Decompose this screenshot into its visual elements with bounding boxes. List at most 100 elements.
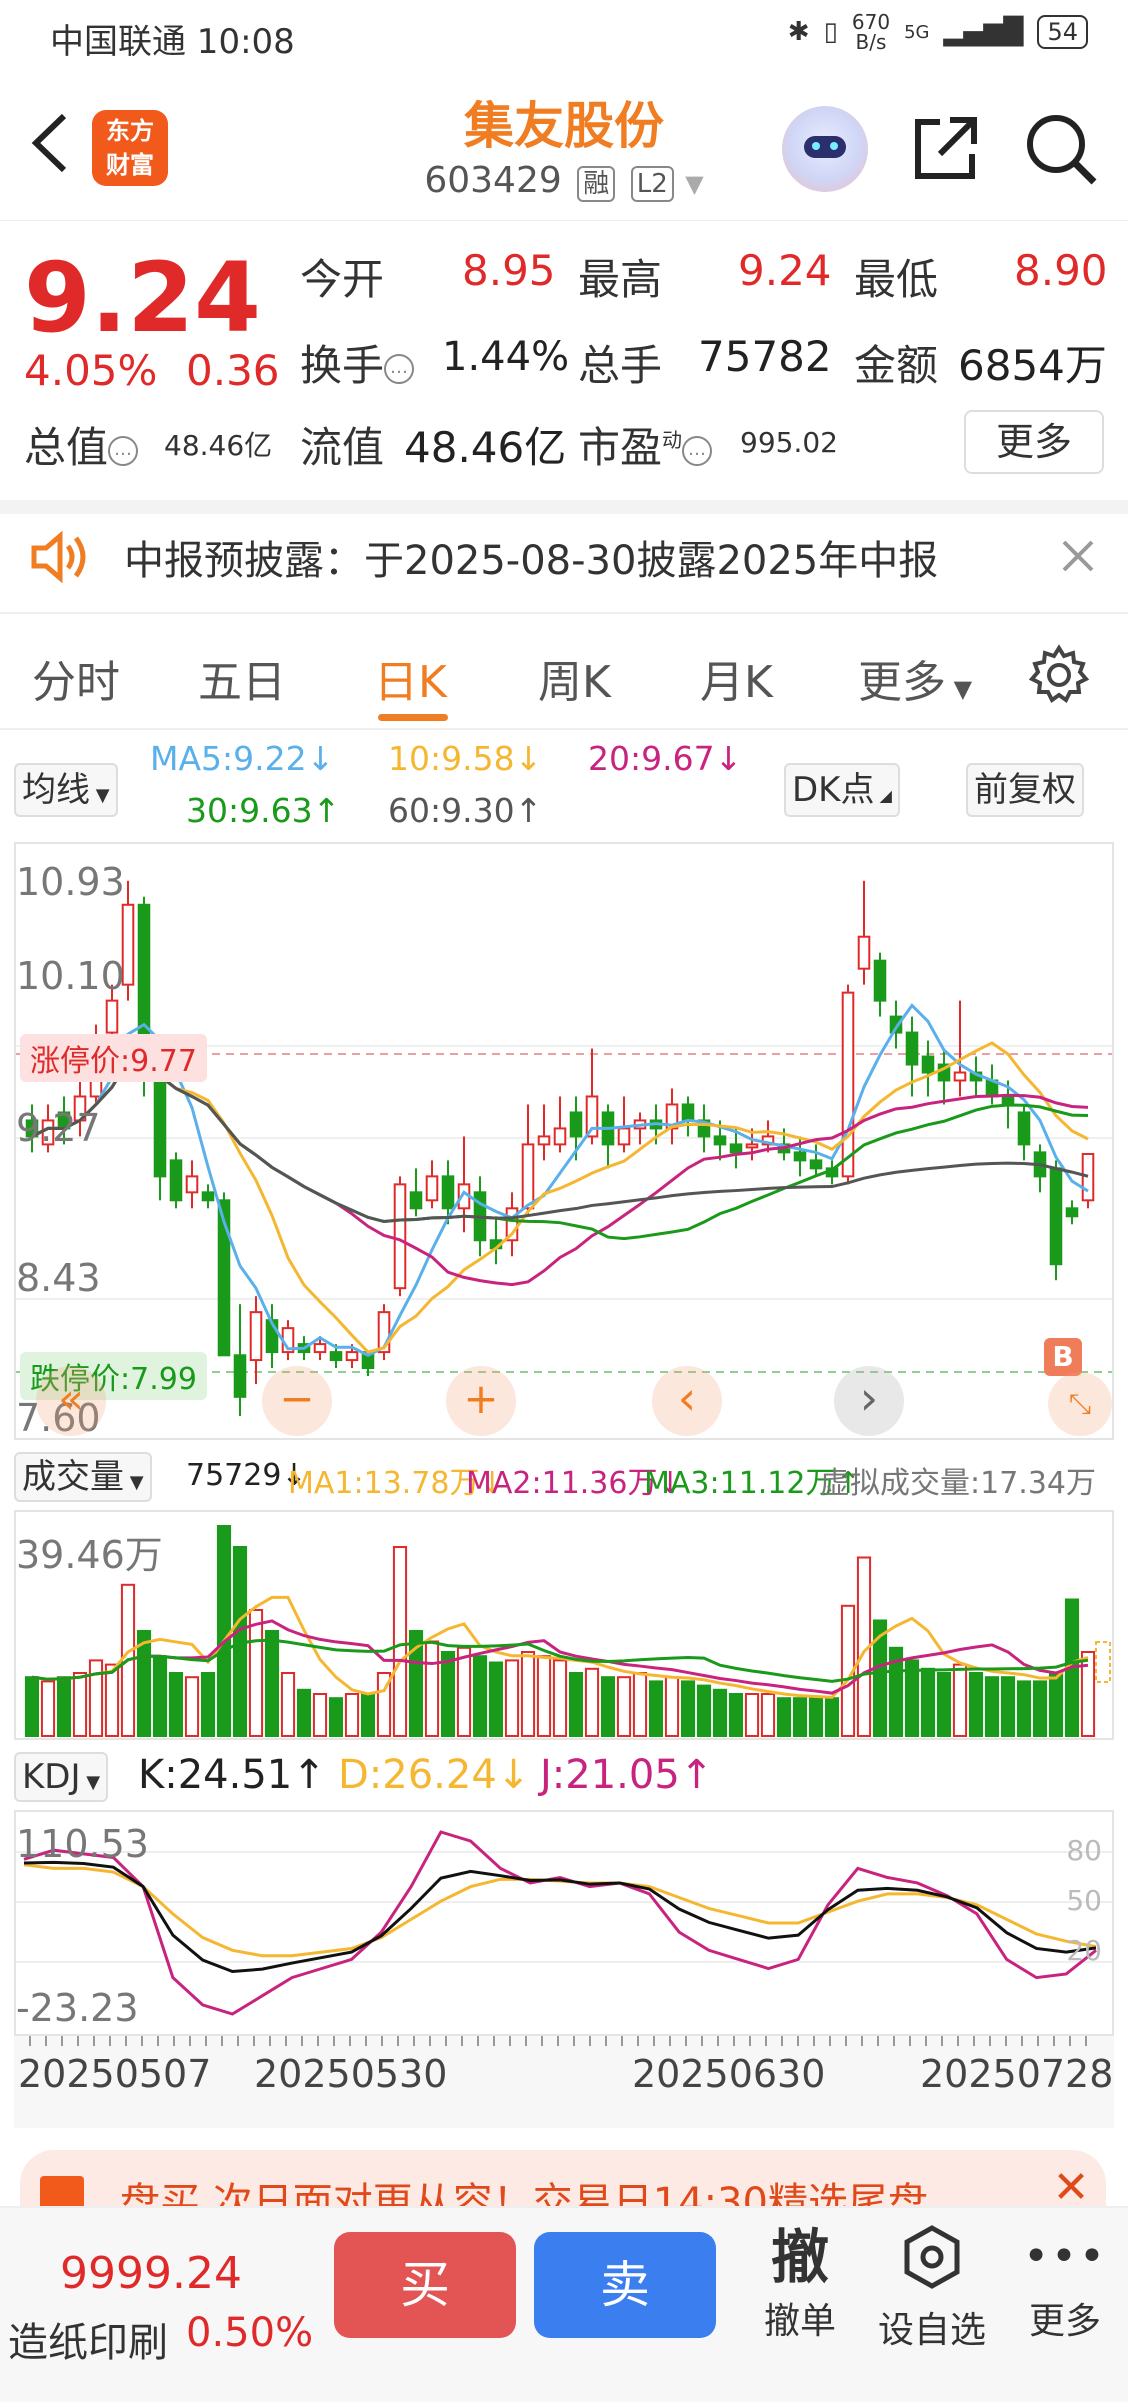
volume-bar xyxy=(168,1672,184,1737)
buy-signal-badge[interactable]: B xyxy=(1044,1338,1082,1376)
expand-icon[interactable]: ⤡ xyxy=(1048,1372,1112,1436)
tab-five-day[interactable]: 五日 xyxy=(198,646,286,710)
battery-icon: 54 xyxy=(1037,15,1088,49)
volume-bar xyxy=(600,1676,616,1737)
sector-index[interactable]: 9999.24 xyxy=(60,2248,242,2299)
volume-bar xyxy=(744,1693,760,1737)
zoom-out-button[interactable]: − xyxy=(262,1366,332,1436)
kdj-chart[interactable]: 110.53 -23.23 80 50 20 xyxy=(14,1810,1114,2036)
candle-body xyxy=(1081,1152,1095,1202)
assistant-avatar-icon[interactable] xyxy=(782,106,868,192)
volume-bar xyxy=(344,1693,360,1737)
candle-body xyxy=(905,1031,919,1066)
candle-body xyxy=(1049,1167,1063,1266)
volume-bar xyxy=(920,1667,936,1737)
l2-tag: L2 xyxy=(630,166,674,202)
volume-bar xyxy=(472,1655,488,1737)
low-label: 最低 xyxy=(854,255,939,304)
total-value-label: 总值… xyxy=(24,414,139,475)
volume-selector[interactable]: 成交量 ▼ xyxy=(14,1452,152,1502)
share-icon[interactable] xyxy=(906,108,986,188)
pe-label: 市盈动… xyxy=(578,414,713,475)
buy-button[interactable]: 买 xyxy=(334,2232,516,2338)
candle-body xyxy=(953,1071,967,1082)
vibrate-icon: ▯ xyxy=(823,17,838,47)
candle-body xyxy=(329,1351,343,1362)
candle-body xyxy=(313,1343,327,1354)
info-icon[interactable]: … xyxy=(108,435,139,466)
sector-name[interactable]: 造纸印刷 xyxy=(8,2310,168,2368)
change-percent: 4.05% xyxy=(24,346,158,395)
zoom-in-button[interactable]: + xyxy=(446,1366,516,1436)
candle-body xyxy=(873,959,887,1002)
kline-plot xyxy=(16,880,1112,1416)
stock-code: 603429 xyxy=(424,160,562,201)
withdraw-label: 撤单 xyxy=(763,2301,836,2342)
virtual-volume: 虚拟成交量:17.34万 xyxy=(820,1466,1096,1501)
net-speed: 670 B/s xyxy=(851,10,891,54)
dk-point-button[interactable]: DK点 ◢ xyxy=(784,763,900,817)
volume-chart[interactable]: 39.46万 xyxy=(14,1510,1114,1740)
speaker-icon xyxy=(31,530,86,584)
tab-weekly-k[interactable]: 周K xyxy=(538,646,611,710)
volume-bar xyxy=(296,1688,312,1738)
volume-bar xyxy=(728,1693,744,1737)
volume-bar xyxy=(104,1663,120,1738)
withdraw-button[interactable]: 撤 撤单 xyxy=(760,2222,840,2344)
notice-bar[interactable]: 中报预披露：于2025-08-30披露2025年中报 xyxy=(0,500,1128,614)
watchlist-icon xyxy=(904,2225,960,2289)
tab-daily-k[interactable]: 日K xyxy=(374,646,447,710)
candle-body xyxy=(617,1127,631,1146)
more-label: 更多 xyxy=(1028,2301,1101,2342)
ma30-value: 30:9.63↑ xyxy=(186,791,341,830)
y-label: 10.10 xyxy=(16,954,125,998)
scroll-left-fast-button[interactable]: « xyxy=(36,1366,106,1436)
kline-chart[interactable]: 10.93 10.10 9.27 8.43 7.60 涨停价:9.77 跌停价:… xyxy=(14,842,1114,1440)
volume-bar xyxy=(1048,1672,1064,1737)
open-label: 今开 xyxy=(300,255,385,304)
indicator-selector[interactable]: 均线 ▼ xyxy=(14,763,118,817)
info-icon[interactable]: … xyxy=(384,353,415,384)
volume-bar xyxy=(1032,1680,1048,1737)
tab-more[interactable]: 更多 ▼ xyxy=(858,646,972,710)
candle-body xyxy=(409,1191,423,1210)
more-quote-button[interactable]: 更多 xyxy=(964,410,1104,474)
kdj-d-value: D:26.24↓ xyxy=(338,1752,531,1798)
ma10-value: 10:9.58↓ xyxy=(388,739,543,778)
volume-bar xyxy=(200,1672,216,1737)
tab-intraday[interactable]: 分时 xyxy=(32,646,120,710)
quote-panel: 9.24 4.05% 0.36 今开 8.95 最高 9.24 最低 8.90 … xyxy=(0,220,1128,514)
volume-bar xyxy=(392,1546,408,1737)
volume-bar xyxy=(616,1676,632,1737)
volume-bar xyxy=(936,1672,952,1737)
candle-body xyxy=(681,1103,695,1122)
settings-gear-icon[interactable] xyxy=(1028,644,1090,706)
adjust-button[interactable]: 前复权 xyxy=(966,763,1084,817)
tab-monthly-k[interactable]: 月K xyxy=(700,646,773,710)
volume-bar xyxy=(712,1688,728,1738)
kdj-selector[interactable]: KDJ ▼ xyxy=(14,1752,109,1802)
info-icon[interactable]: … xyxy=(682,435,713,466)
sell-button[interactable]: 卖 xyxy=(534,2232,716,2338)
volume-bar xyxy=(216,1525,232,1737)
volume-bar xyxy=(456,1646,472,1737)
candle-body xyxy=(153,1079,167,1178)
stock-header: 东方 财富 集友股份 603429 融 L2 ▼ xyxy=(0,70,1128,221)
volume-bar xyxy=(248,1609,264,1737)
ma60-value: 60:9.30↑ xyxy=(388,791,543,830)
search-icon[interactable] xyxy=(1020,108,1100,188)
scroll-left-button[interactable]: ‹ xyxy=(652,1366,722,1436)
volume-bar xyxy=(264,1630,280,1737)
candle-body xyxy=(441,1175,455,1210)
volume-bar xyxy=(824,1697,840,1737)
volume-bar xyxy=(776,1697,792,1737)
close-icon[interactable] xyxy=(1060,538,1096,574)
add-watchlist-button[interactable]: 设自选 xyxy=(872,2222,992,2353)
volume-bar xyxy=(1016,1680,1032,1737)
scroll-right-button[interactable]: › xyxy=(834,1366,904,1436)
turnover-label: 换手… xyxy=(300,332,415,393)
signal-label: 5G xyxy=(904,21,930,43)
ma-line xyxy=(31,1041,1089,1354)
more-button[interactable]: ••• 更多 xyxy=(1020,2222,1110,2344)
high-value: 9.24 xyxy=(738,246,832,295)
